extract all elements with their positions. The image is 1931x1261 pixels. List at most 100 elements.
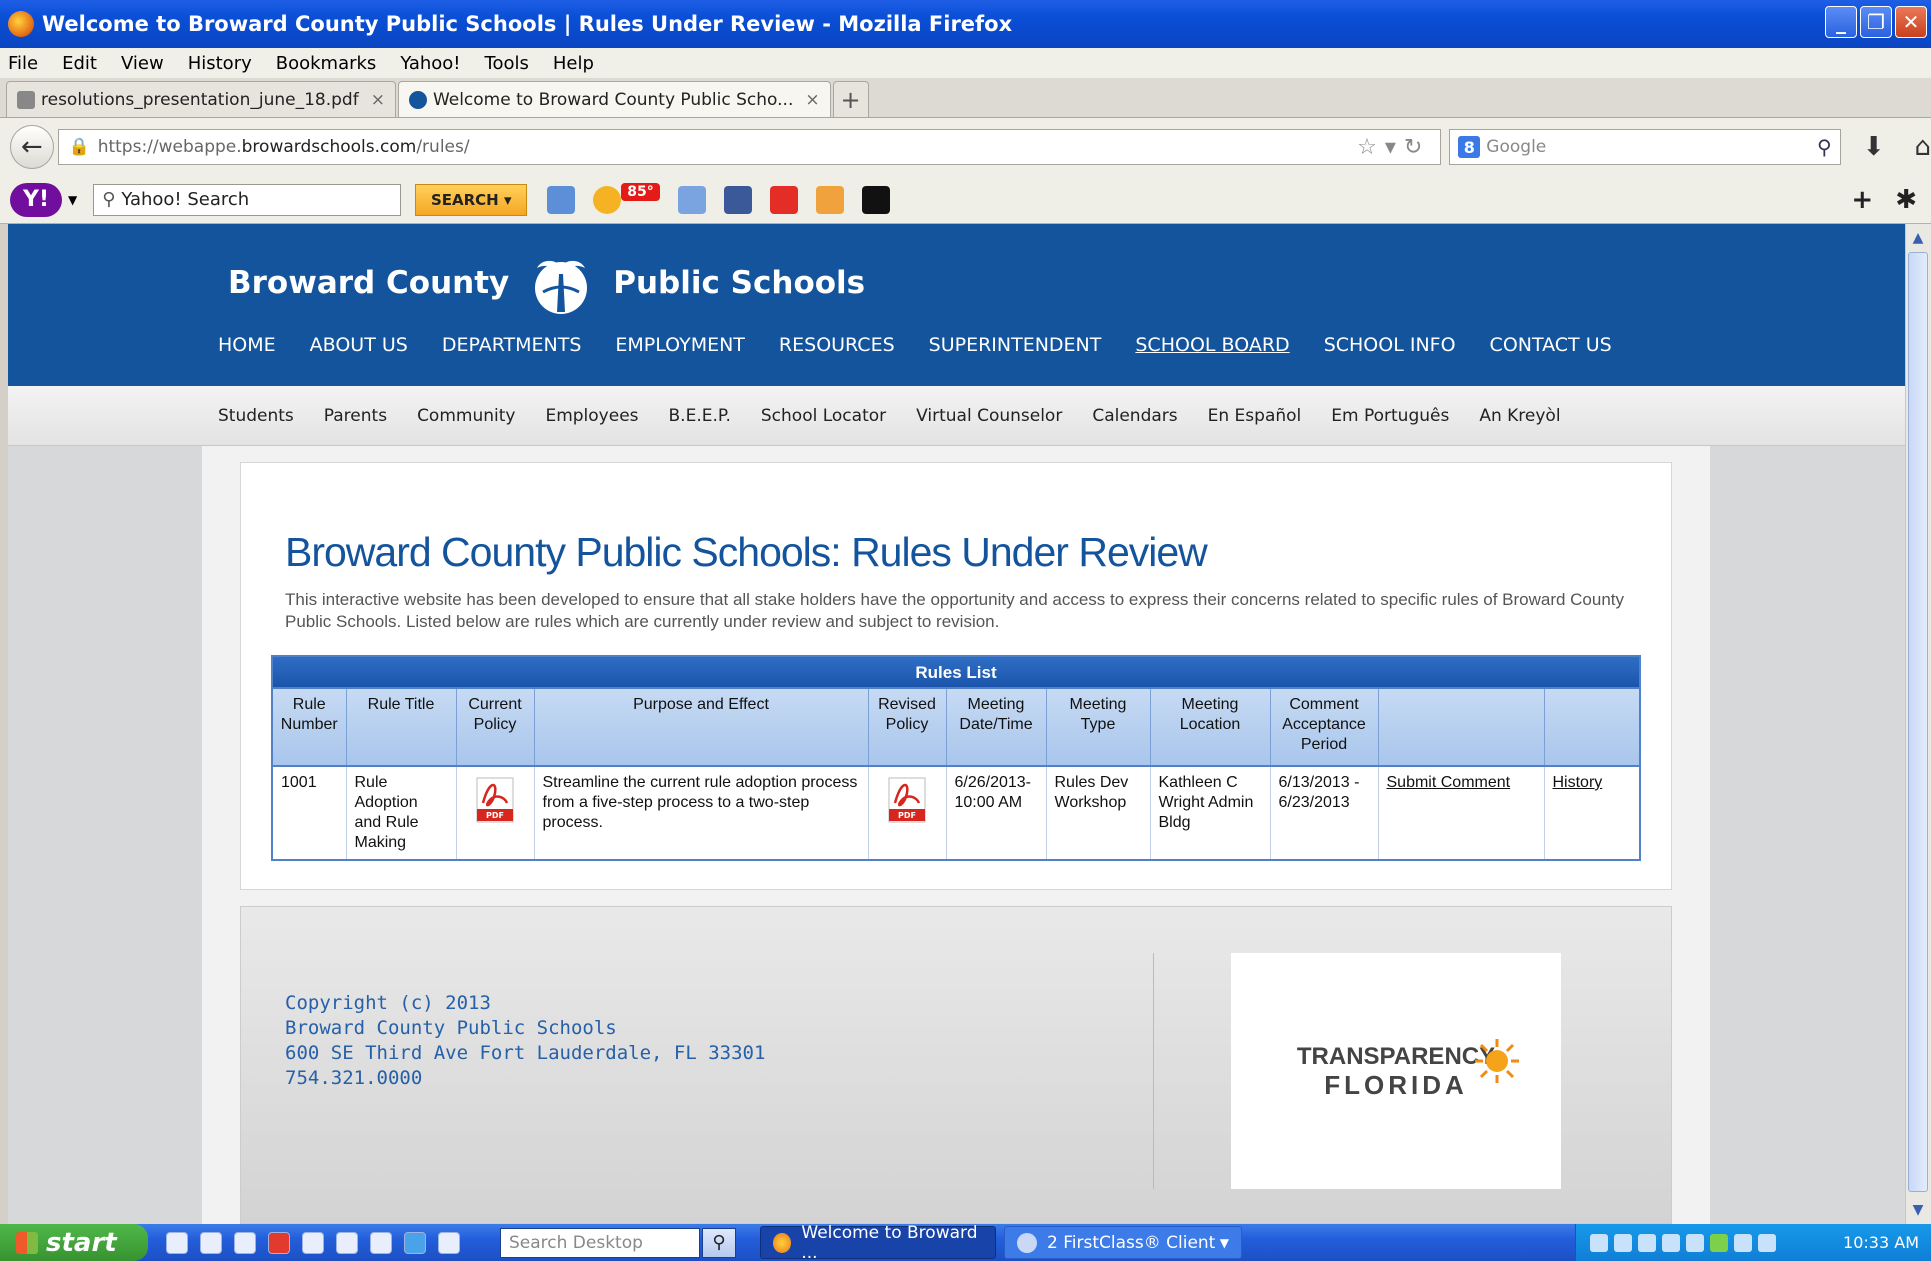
- apple-icon: [17, 90, 35, 109]
- menu-file[interactable]: File: [8, 53, 38, 74]
- quicklaunch-icon[interactable]: [370, 1231, 392, 1254]
- quicklaunch-icon[interactable]: [302, 1231, 324, 1254]
- start-button[interactable]: start: [0, 1224, 148, 1261]
- tray-icon[interactable]: [1662, 1233, 1680, 1252]
- yahoo-search-input[interactable]: ⚲ Yahoo! Search: [93, 183, 402, 216]
- site-brand[interactable]: Broward County Public Schools: [228, 248, 865, 318]
- nav-school-info[interactable]: SCHOOL INFO: [1324, 334, 1456, 356]
- minimize-button[interactable]: _: [1825, 6, 1857, 38]
- back-button[interactable]: ←: [10, 125, 54, 169]
- ebay-icon[interactable]: [861, 185, 890, 214]
- subnav-parents[interactable]: Parents: [324, 406, 387, 426]
- search-icon[interactable]: ⚲: [1817, 135, 1832, 159]
- window-controls: _ ❐ ✕: [1825, 6, 1927, 38]
- menu-bookmarks[interactable]: Bookmarks: [276, 53, 377, 74]
- menu-tools[interactable]: Tools: [485, 53, 529, 74]
- menu-history[interactable]: History: [188, 53, 252, 74]
- scrollbar-thumb[interactable]: [1908, 252, 1928, 1192]
- current-policy-pdf-icon[interactable]: PDF: [475, 777, 515, 823]
- tab-broward[interactable]: Welcome to Broward County Public Scho...…: [397, 81, 831, 117]
- subnav-virtual-counselor[interactable]: Virtual Counselor: [916, 406, 1062, 426]
- submit-comment-link[interactable]: Submit Comment: [1387, 774, 1511, 791]
- scroll-up-icon[interactable]: ▲: [1908, 226, 1928, 250]
- home-icon[interactable]: ⌂: [1914, 132, 1931, 162]
- nav-departments[interactable]: DEPARTMENTS: [442, 334, 582, 356]
- history-link[interactable]: History: [1553, 774, 1603, 791]
- weather-icon[interactable]: [593, 185, 622, 214]
- bookmark-star-icon[interactable]: ☆▾↻: [1357, 135, 1430, 160]
- table-caption: Rules List: [271, 655, 1641, 687]
- mail-icon[interactable]: [547, 185, 576, 214]
- new-tab-button[interactable]: +: [832, 81, 869, 117]
- nav-school-board[interactable]: SCHOOL BOARD: [1135, 334, 1289, 356]
- quicklaunch-icon[interactable]: [166, 1231, 188, 1254]
- subnav-employees[interactable]: Employees: [545, 406, 638, 426]
- nav-employment[interactable]: EMPLOYMENT: [615, 334, 745, 356]
- subnav-kreyol[interactable]: An Kreyòl: [1479, 406, 1560, 426]
- download-icon[interactable]: ⬇: [1863, 132, 1885, 162]
- youtube-icon[interactable]: [769, 185, 798, 214]
- desktop-search-input[interactable]: Search Desktop: [500, 1227, 700, 1258]
- add-icon[interactable]: +: [1851, 185, 1873, 215]
- tray-icon[interactable]: [1686, 1233, 1704, 1252]
- tray-icon[interactable]: [1734, 1233, 1752, 1252]
- nav-about-us[interactable]: ABOUT US: [310, 334, 408, 356]
- restore-button[interactable]: ❐: [1860, 6, 1892, 38]
- desktop-search-icon[interactable]: ⚲: [702, 1227, 736, 1258]
- window-titlebar: Welcome to Broward County Public Schools…: [0, 0, 1931, 48]
- menu-help[interactable]: Help: [553, 53, 594, 74]
- rules-card: Broward County Public Schools: Rules Und…: [240, 462, 1672, 890]
- tab-close-icon[interactable]: ×: [371, 90, 385, 110]
- nav-contact-us[interactable]: CONTACT US: [1490, 334, 1612, 356]
- games-icon[interactable]: [815, 185, 844, 214]
- menu-edit[interactable]: Edit: [62, 53, 97, 74]
- yahoo-logo-icon[interactable]: Y!: [10, 182, 62, 217]
- subnav-calendars[interactable]: Calendars: [1092, 406, 1177, 426]
- menu-view[interactable]: View: [121, 53, 164, 74]
- tray-icon[interactable]: [1758, 1233, 1776, 1252]
- facebook-icon[interactable]: [723, 185, 752, 214]
- url-bar[interactable]: 🔒 https://webappe. browardschools.com/rul…: [57, 129, 1442, 165]
- tab-close-icon[interactable]: ×: [805, 90, 819, 110]
- quicklaunch-icon[interactable]: [268, 1231, 290, 1254]
- menu-yahoo[interactable]: Yahoo!: [400, 53, 460, 74]
- tray-icon[interactable]: [1590, 1233, 1608, 1252]
- system-clock[interactable]: 10:33 AM: [1843, 1233, 1919, 1252]
- subnav-beep[interactable]: B.E.E.P.: [669, 406, 731, 426]
- nav-home[interactable]: HOME: [218, 334, 276, 356]
- quicklaunch-icon[interactable]: [234, 1231, 256, 1254]
- tray-icon[interactable]: [1638, 1233, 1656, 1252]
- subnav-community[interactable]: Community: [417, 406, 515, 426]
- gear-icon[interactable]: ✱: [1895, 185, 1917, 215]
- chevron-down-icon[interactable]: ▼: [1220, 1236, 1229, 1250]
- taskbar-firefox-window[interactable]: Welcome to Broward ...: [760, 1222, 996, 1261]
- quicklaunch-icon[interactable]: [438, 1231, 460, 1254]
- close-button[interactable]: ✕: [1895, 6, 1927, 38]
- task-label: Welcome to Broward ...: [801, 1222, 978, 1261]
- yahoo-search-button[interactable]: SEARCH ▾: [415, 183, 528, 216]
- tab-pdf[interactable]: resolutions_presentation_june_18.pdf ×: [6, 81, 396, 117]
- nav-superintendent[interactable]: SUPERINTENDENT: [929, 334, 1102, 356]
- pages-icon[interactable]: [677, 185, 706, 214]
- quicklaunch-icon[interactable]: [336, 1231, 358, 1254]
- transparency-florida-logo[interactable]: TRANSPARENCY FLORIDA: [1231, 953, 1561, 1189]
- yahoo-menu-chevron-icon[interactable]: ▼: [68, 193, 77, 207]
- windows-logo-icon: [16, 1231, 38, 1254]
- taskbar-firstclass-window[interactable]: 2 FirstClass® Client ▼: [1004, 1226, 1242, 1259]
- scroll-down-icon[interactable]: ▼: [1908, 1198, 1928, 1222]
- tray-icon[interactable]: [1614, 1233, 1632, 1252]
- ie-icon[interactable]: [404, 1231, 426, 1254]
- search-engine-bar[interactable]: 8 Google ⚲: [1449, 129, 1841, 165]
- table-row: 1001 Rule Adoption and Rule Making PDF S…: [271, 765, 1640, 860]
- nav-resources[interactable]: RESOURCES: [779, 334, 895, 356]
- page-scrollbar[interactable]: ▲ ▼: [1905, 224, 1931, 1224]
- revised-policy-pdf-icon[interactable]: PDF: [887, 777, 927, 823]
- subnav-portugues[interactable]: Em Português: [1331, 406, 1449, 426]
- subnav-espanol[interactable]: En Español: [1208, 406, 1302, 426]
- subnav-school-locator[interactable]: School Locator: [761, 406, 886, 426]
- url-prefix: https://webappe.: [97, 137, 242, 157]
- quicklaunch-icon[interactable]: [200, 1231, 222, 1254]
- network-signal-icon[interactable]: [1710, 1233, 1728, 1252]
- footer-copyright: Copyright (c) 2013: [285, 992, 491, 1014]
- subnav-students[interactable]: Students: [218, 406, 294, 426]
